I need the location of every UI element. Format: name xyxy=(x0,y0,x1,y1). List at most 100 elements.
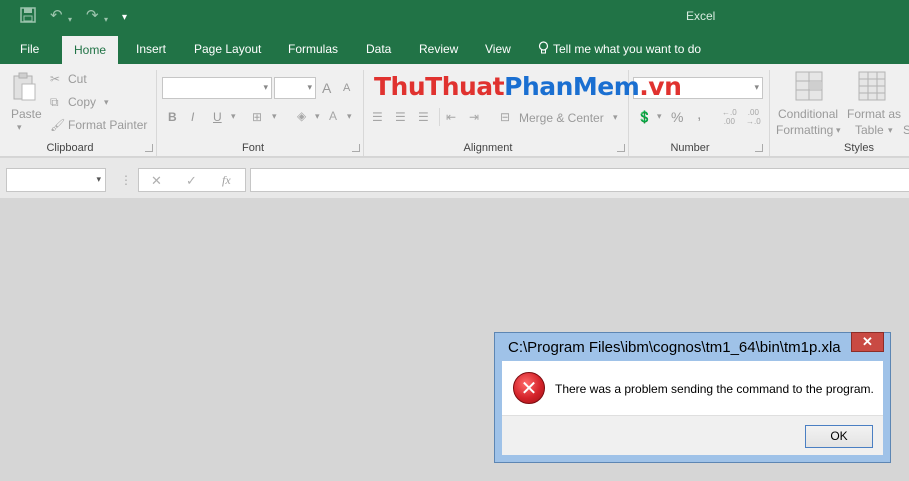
cancel-icon[interactable]: ✕ xyxy=(151,173,162,189)
underline-dropdown-icon[interactable]: ▾ xyxy=(231,111,236,122)
enter-icon[interactable]: ✓ xyxy=(186,173,197,189)
increase-indent-icon[interactable]: ⇥ xyxy=(469,110,479,124)
increase-decimal-icon[interactable]: ←.0.00 xyxy=(722,108,737,126)
error-dialog: C:\Program Files\ibm\cognos\tm1_64\bin\t… xyxy=(494,332,891,463)
formula-bar-grip[interactable]: ⋮ xyxy=(120,173,132,187)
copy-button[interactable]: Copy xyxy=(68,95,96,109)
name-box[interactable]: ▾ xyxy=(6,168,106,192)
chevron-down-icon: ▾ xyxy=(96,174,101,184)
conditional-dropdown-icon[interactable]: ▾ xyxy=(836,125,841,136)
chevron-down-icon: ▾ xyxy=(307,82,312,92)
undo-dropdown-icon[interactable]: ▾ xyxy=(68,11,72,29)
redo-dropdown-icon[interactable]: ▾ xyxy=(104,11,108,29)
cell-styles-label-cut[interactable]: S xyxy=(903,123,909,137)
italic-button[interactable]: I xyxy=(191,110,194,124)
tab-insert[interactable]: Insert xyxy=(136,34,166,64)
customize-qat-icon[interactable]: ▾ xyxy=(122,9,127,27)
chevron-down-icon: ▾ xyxy=(754,82,759,92)
redo-icon[interactable]: ↷ xyxy=(86,7,99,25)
borders-dropdown-icon[interactable]: ▾ xyxy=(272,111,277,122)
alignment-launcher-icon[interactable] xyxy=(617,144,625,152)
paste-icon[interactable] xyxy=(11,72,37,102)
group-divider xyxy=(363,70,364,156)
tab-home[interactable]: Home xyxy=(62,36,119,64)
merge-dropdown-icon[interactable]: ▾ xyxy=(613,112,618,123)
styles-group-label: Styles xyxy=(844,142,874,154)
comma-button[interactable]: , xyxy=(697,106,701,124)
merge-center-icon: ⊟ xyxy=(500,110,511,124)
undo-icon[interactable]: ↶ xyxy=(50,7,63,25)
font-name-combo[interactable]: ▾ xyxy=(162,77,272,99)
scissors-icon: ✂ xyxy=(50,72,61,86)
ok-button[interactable]: OK xyxy=(805,425,873,448)
paste-dropdown-icon[interactable]: ▾ xyxy=(17,122,22,133)
font-color-icon[interactable]: A xyxy=(329,109,337,123)
tell-me-label: Tell me what you want to do xyxy=(553,42,702,56)
tab-page-layout[interactable]: Page Layout xyxy=(194,34,261,64)
conditional-formatting-icon xyxy=(795,71,825,103)
lightbulb-icon xyxy=(538,41,549,54)
format-as-table-label-2[interactable]: Table xyxy=(855,123,884,137)
format-as-table-dropdown-icon[interactable]: ▾ xyxy=(888,125,893,136)
chevron-down-icon: ▾ xyxy=(263,82,268,92)
tab-formulas[interactable]: Formulas xyxy=(288,34,338,64)
dialog-title: C:\Program Files\ibm\cognos\tm1_64\bin\t… xyxy=(508,339,841,356)
insert-function-button[interactable]: fx xyxy=(222,173,231,188)
alignment-group-label: Alignment xyxy=(463,142,513,154)
dialog-footer: OK xyxy=(502,415,883,455)
accounting-dropdown-icon[interactable]: ▾ xyxy=(657,111,662,122)
tab-file[interactable]: File xyxy=(20,34,39,64)
align-left-icon[interactable]: ☰ xyxy=(372,110,383,124)
copy-icon: ⧉ xyxy=(50,95,59,109)
borders-icon[interactable]: ⊞ xyxy=(252,110,262,124)
decrease-indent-icon[interactable]: ⇤ xyxy=(446,110,456,124)
percent-button[interactable]: % xyxy=(671,109,683,125)
error-icon: ✕ xyxy=(513,372,545,404)
clipboard-group-label: Clipboard xyxy=(46,142,94,154)
number-group-label: Number xyxy=(670,142,710,154)
bold-button[interactable]: B xyxy=(168,110,177,124)
tab-view[interactable]: View xyxy=(485,34,511,64)
window-title: Excel xyxy=(686,9,716,23)
align-right-icon[interactable]: ☰ xyxy=(418,110,429,124)
decrease-decimal-icon[interactable]: .00 →.0 xyxy=(746,108,761,126)
group-divider xyxy=(769,70,770,156)
font-color-dropdown-icon[interactable]: ▾ xyxy=(347,111,352,122)
title-bar: ↶ ▾ ↷ ▾ ▾ Excel xyxy=(0,0,909,34)
merge-center-button[interactable]: Merge & Center xyxy=(519,111,604,125)
fill-dropdown-icon[interactable]: ▾ xyxy=(315,111,320,122)
accounting-format-icon[interactable]: 💲 xyxy=(637,110,652,124)
tab-data[interactable]: Data xyxy=(366,34,391,64)
group-divider xyxy=(156,70,157,156)
fill-color-icon[interactable]: ◈ xyxy=(297,109,306,123)
group-divider xyxy=(439,108,440,126)
shrink-font-button[interactable]: A xyxy=(343,82,350,94)
paste-label: Paste xyxy=(11,107,42,121)
format-painter-icon: 🖌 xyxy=(50,118,66,132)
conditional-formatting-label-2[interactable]: Formatting xyxy=(776,123,833,137)
formula-input[interactable] xyxy=(250,168,909,192)
save-icon[interactable] xyxy=(20,7,36,28)
dialog-message: There was a problem sending the command … xyxy=(555,382,874,396)
watermark-logo: ThuThuatPhanMem.vn xyxy=(374,72,682,101)
font-size-combo[interactable]: ▾ xyxy=(274,77,316,99)
conditional-formatting-label-1[interactable]: Conditional xyxy=(778,107,838,121)
dialog-content: ✕ There was a problem sending the comman… xyxy=(502,361,883,415)
formula-buttons: ✕ ✓ fx xyxy=(138,168,246,192)
underline-button[interactable]: U xyxy=(213,110,222,124)
font-group-label: Font xyxy=(241,142,264,154)
close-button[interactable]: ✕ xyxy=(851,332,884,352)
copy-dropdown-icon[interactable]: ▾ xyxy=(104,97,109,108)
number-launcher-icon[interactable] xyxy=(755,144,763,152)
format-as-table-label-1[interactable]: Format as xyxy=(847,107,901,121)
font-launcher-icon[interactable] xyxy=(352,144,360,152)
ribbon-tabs: File Home Insert Page Layout Formulas Da… xyxy=(0,34,909,64)
align-center-icon[interactable]: ☰ xyxy=(395,110,406,124)
format-painter-button[interactable]: Format Painter xyxy=(68,118,147,132)
tell-me-box[interactable]: Tell me what you want to do xyxy=(538,34,701,64)
grow-font-button[interactable]: A xyxy=(322,80,331,96)
tab-review[interactable]: Review xyxy=(419,34,458,64)
format-as-table-icon xyxy=(858,71,888,103)
clipboard-launcher-icon[interactable] xyxy=(145,144,153,152)
cut-button[interactable]: Cut xyxy=(68,72,87,86)
